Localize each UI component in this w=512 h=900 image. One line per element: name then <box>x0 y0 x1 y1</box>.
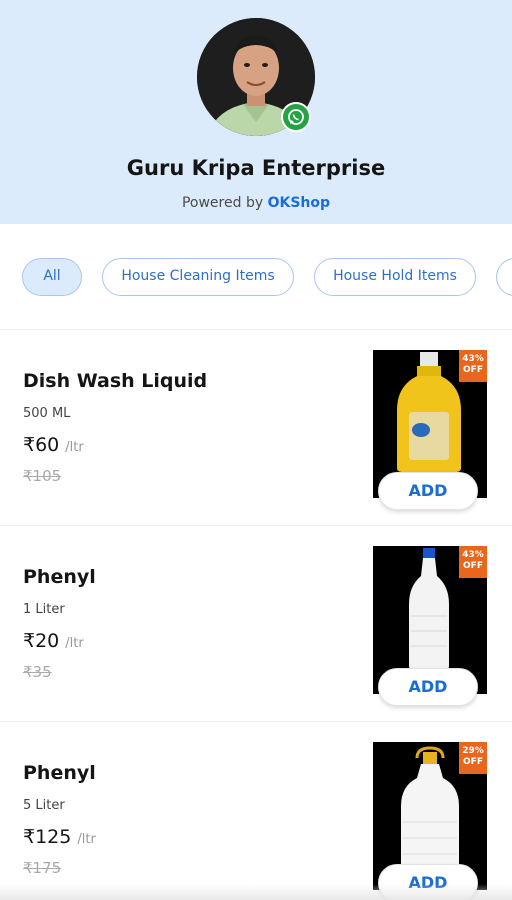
product-quantity: 1 Liter <box>23 602 65 617</box>
product-price: ₹125/ltr <box>23 826 96 848</box>
price-unit: /ltr <box>65 440 84 455</box>
add-button[interactable]: ADD <box>378 668 478 706</box>
whatsapp-icon[interactable] <box>281 102 311 132</box>
price-value: ₹20 <box>23 630 60 652</box>
category-chip-house-hold[interactable]: House Hold Items <box>314 258 476 296</box>
discount-off: OFF <box>463 561 483 571</box>
discount-badge: 29% OFF <box>459 742 487 774</box>
shop-header: Guru Kripa Enterprise Powered by OKShop <box>0 0 512 224</box>
product-quantity: 5 Liter <box>23 798 65 813</box>
shop-avatar-container <box>197 18 315 136</box>
price-value: ₹60 <box>23 434 60 456</box>
discount-off: OFF <box>463 365 483 375</box>
product-mrp: ₹35 <box>23 663 52 681</box>
discount-percent: 43% <box>462 354 484 364</box>
shop-name: Guru Kripa Enterprise <box>126 156 386 180</box>
product-price: ₹60/ltr <box>23 434 84 456</box>
product-card: Phenyl 1 Liter ₹20/ltr ₹35 43% OFF ADD <box>0 526 512 722</box>
product-mrp: ₹105 <box>23 467 62 485</box>
product-mrp: ₹175 <box>23 859 62 877</box>
product-price: ₹20/ltr <box>23 630 84 652</box>
discount-badge: 43% OFF <box>459 350 487 382</box>
price-unit: /ltr <box>65 636 84 651</box>
add-button[interactable]: ADD <box>378 472 478 510</box>
product-quantity: 500 ML <box>23 406 71 421</box>
powered-by: Powered by OKShop <box>0 195 512 211</box>
bottom-fade <box>0 884 512 900</box>
category-chips: All House Cleaning Items House Hold Item… <box>0 258 512 296</box>
powered-by-prefix: Powered by <box>181 195 264 211</box>
category-chip-more[interactable] <box>496 258 512 296</box>
category-chip-all[interactable]: All <box>22 258 82 296</box>
discount-percent: 43% <box>462 550 484 560</box>
product-name: Phenyl <box>23 762 96 784</box>
product-name: Phenyl <box>23 566 96 588</box>
product-name: Dish Wash Liquid <box>23 370 208 392</box>
product-card: Phenyl 5 Liter ₹125/ltr ₹175 29% OFF ADD <box>0 722 512 900</box>
discount-percent: 29% <box>462 746 484 756</box>
price-value: ₹125 <box>23 826 72 848</box>
okshop-brand-link[interactable]: OKShop <box>268 195 330 211</box>
price-unit: /ltr <box>77 832 96 847</box>
category-chip-house-cleaning[interactable]: House Cleaning Items <box>102 258 294 296</box>
discount-off: OFF <box>463 757 483 767</box>
discount-badge: 43% OFF <box>459 546 487 578</box>
product-card: Dish Wash Liquid 500 ML ₹60/ltr ₹105 43%… <box>0 330 512 526</box>
